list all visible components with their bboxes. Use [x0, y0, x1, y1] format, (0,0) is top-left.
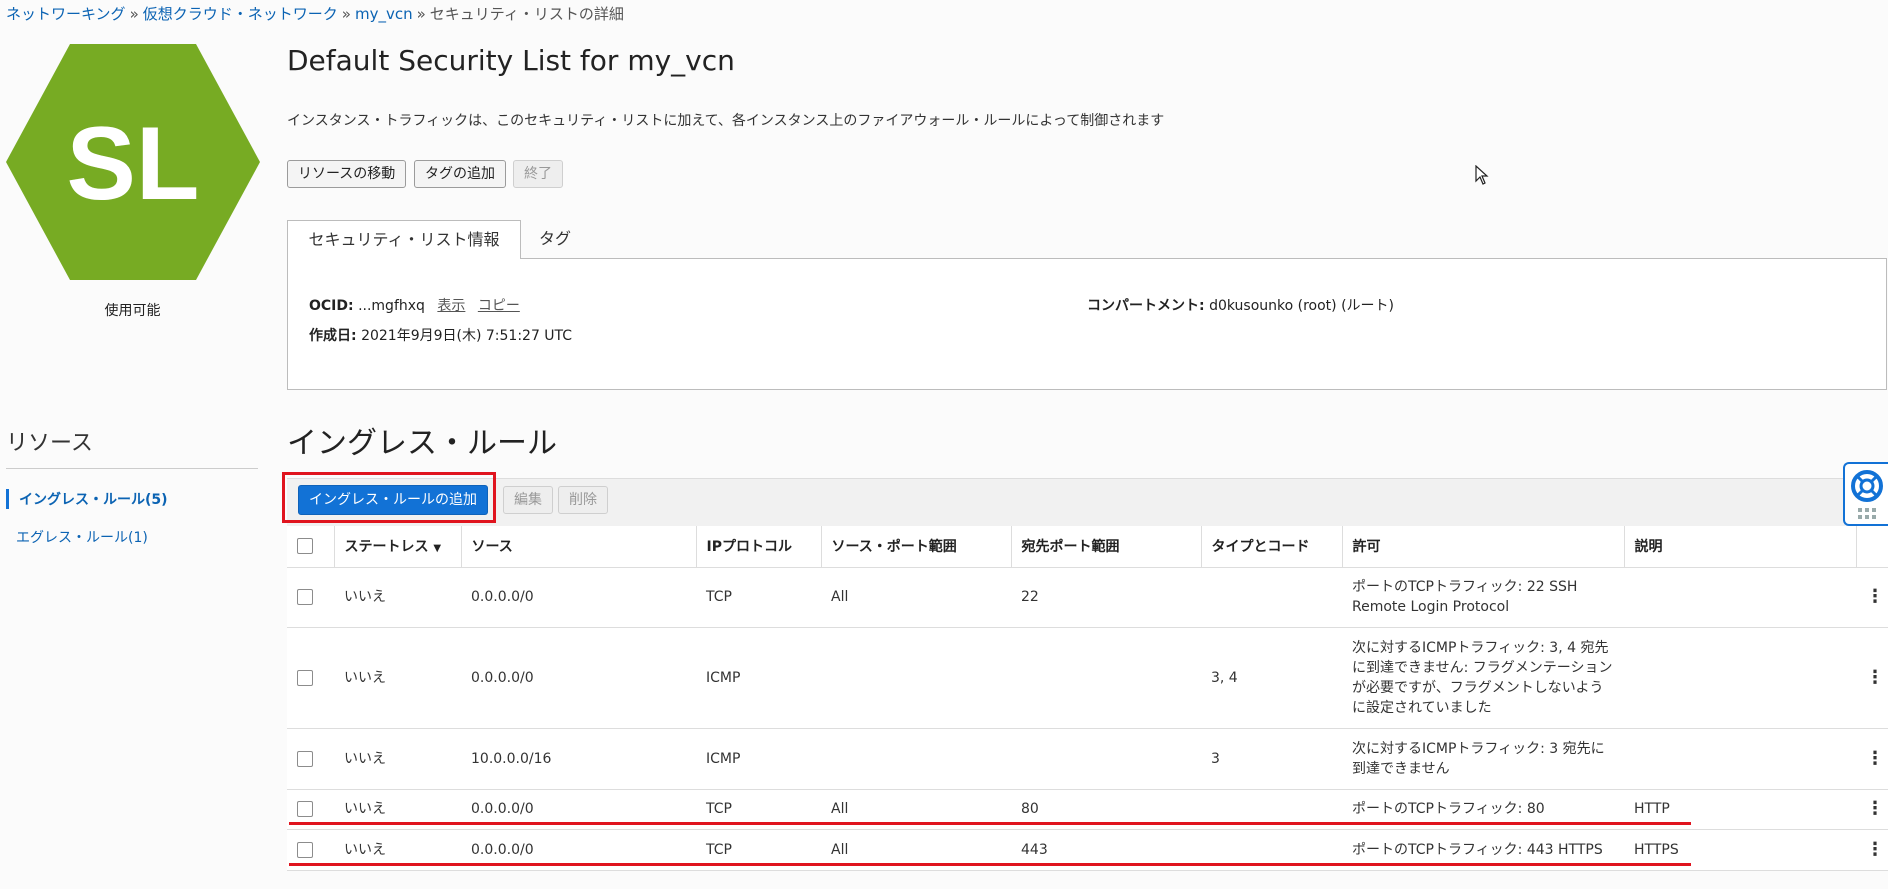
cell-dest-port: 22	[1011, 567, 1201, 628]
breadcrumb-separator: »	[129, 5, 139, 23]
cell-stateless: いいえ	[334, 627, 461, 729]
row-checkbox[interactable]	[297, 801, 313, 817]
column-header-source: ソース	[461, 526, 697, 568]
column-header-source-port: ソース・ポート範囲	[821, 526, 1012, 568]
row-checkbox[interactable]	[297, 750, 313, 767]
compartment-label: コンパートメント:	[1087, 298, 1205, 314]
annotation-underline	[289, 863, 1691, 866]
sort-desc-icon: ▼	[433, 543, 442, 555]
cell-allow: 次に対するICMPトラフィック: 3, 4 宛先に到達できません: フラグメンテ…	[1342, 627, 1624, 729]
cell-description	[1624, 627, 1856, 729]
row-checkbox[interactable]	[297, 669, 313, 686]
section-title: イングレス・ルール	[287, 426, 557, 461]
cell-type-code: 3, 4	[1201, 627, 1342, 729]
page-description: インスタンス・トラフィックは、このセキュリティ・リストに加えて、各インスタンス上…	[287, 113, 1165, 129]
mouse-cursor-icon	[1475, 164, 1489, 189]
created-row: 作成日: 2021年9月9日(木) 7:51:27 UTC	[309, 325, 572, 345]
cell-type-code: 3	[1201, 728, 1342, 790]
status-label: 使用可能	[104, 303, 161, 319]
table-row: いいえ 0.0.0.0/0 TCP All 22 ポートのTCPトラフィック: …	[287, 567, 1888, 628]
ocid-value: ...mgfhxq	[358, 298, 425, 314]
cell-allow: ポートのTCPトラフィック: 22 SSH Remote Login Proto…	[1342, 567, 1624, 628]
ocid-row: OCID: ...mgfhxq 表示 コピー	[309, 295, 520, 315]
cell-source-port	[821, 627, 1011, 729]
ocid-show-link[interactable]: 表示	[437, 298, 465, 314]
column-header-dest-port: 宛先ポート範囲	[1011, 526, 1202, 568]
resource-hex-icon: SL	[6, 44, 260, 280]
resources-title: リソース	[6, 431, 93, 456]
cell-type-code	[1201, 567, 1342, 628]
cell-source-port	[821, 728, 1011, 790]
compartment-row: コンパートメント: d0kusounko (root) (ルート)	[1087, 295, 1394, 315]
add-tag-button[interactable]: タグの追加	[414, 160, 506, 188]
ocid-copy-link[interactable]: コピー	[478, 298, 520, 314]
breadcrumb-separator: »	[341, 5, 351, 23]
cell-description	[1624, 567, 1856, 628]
row-actions-kebab-icon[interactable]: ⋮	[1856, 789, 1888, 830]
column-header-type-code: タイプとコード	[1201, 526, 1343, 568]
column-header-stateless[interactable]: ステートレス ▼	[334, 526, 462, 568]
cell-source-port: All	[821, 567, 1011, 628]
row-actions-kebab-icon[interactable]: ⋮	[1856, 728, 1888, 790]
cell-dest-port	[1011, 728, 1201, 790]
move-resource-button[interactable]: リソースの移動	[287, 160, 407, 188]
breadcrumb-my-vcn[interactable]: my_vcn	[355, 5, 413, 23]
column-header-actions	[1856, 526, 1888, 568]
table-header-row: ステートレス ▼ ソース IPプロトコル ソース・ポート範囲 宛先ポート範囲 タ…	[287, 526, 1888, 568]
sidebar-item-ingress-rules[interactable]: イングレス・ルール(5)	[6, 489, 168, 509]
breadcrumb: ネットワーキング» 仮想クラウド・ネットワーク» my_vcn» セキュリティ・リスト…	[6, 3, 624, 24]
select-all-cell	[287, 526, 335, 568]
cell-stateless: いいえ	[334, 567, 461, 628]
cell-source: 10.0.0.0/16	[461, 728, 696, 790]
breadcrumb-separator: »	[416, 5, 426, 23]
cell-protocol: ICMP	[696, 627, 821, 729]
column-header-allow: 許可	[1342, 526, 1625, 568]
resource-hex-label: SL	[67, 106, 200, 222]
row-actions-kebab-icon[interactable]: ⋮	[1856, 829, 1888, 871]
created-label: 作成日:	[309, 328, 357, 344]
ocid-label: OCID:	[309, 298, 354, 314]
edit-button[interactable]: 編集	[503, 486, 553, 514]
tab-tags[interactable]: タグ	[530, 220, 580, 258]
cell-dest-port	[1011, 627, 1201, 729]
cell-protocol: ICMP	[696, 728, 821, 790]
created-value: 2021年9月9日(木) 7:51:27 UTC	[361, 328, 573, 344]
breadcrumb-networking[interactable]: ネットワーキング	[6, 5, 126, 23]
cell-allow: 次に対するICMPトラフィック: 3 宛先に到達できません	[1342, 728, 1624, 790]
row-checkbox[interactable]	[297, 841, 313, 858]
compartment-value: d0kusounko (root) (ルート)	[1209, 298, 1395, 314]
table-row: いいえ 0.0.0.0/0 ICMP 3, 4 次に対するICMPトラフィック:…	[287, 627, 1888, 729]
cell-protocol: TCP	[696, 567, 821, 628]
annotation-highlight-box	[282, 472, 496, 523]
cell-description	[1624, 728, 1856, 790]
sidebar-item-egress-rules[interactable]: エグレス・ルール(1)	[6, 527, 148, 547]
annotation-underline	[289, 822, 1691, 825]
row-checkbox[interactable]	[297, 589, 313, 605]
column-header-description: 説明	[1624, 526, 1857, 568]
breadcrumb-vcn-list[interactable]: 仮想クラウド・ネットワーク	[143, 5, 338, 23]
page-title: Default Security List for my_vcn	[287, 44, 735, 77]
tab-security-list-info[interactable]: セキュリティ・リスト情報	[287, 220, 521, 259]
row-actions-kebab-icon[interactable]: ⋮	[1856, 627, 1888, 729]
column-header-protocol: IPプロトコル	[696, 526, 822, 568]
cell-source: 0.0.0.0/0	[461, 567, 696, 628]
select-all-checkbox[interactable]	[297, 538, 313, 555]
help-widget[interactable]	[1843, 462, 1888, 526]
breadcrumb-current: セキュリティ・リストの詳細	[429, 5, 624, 23]
lifebuoy-icon	[1851, 470, 1883, 519]
row-actions-kebab-icon[interactable]: ⋮	[1856, 567, 1888, 628]
cell-source: 0.0.0.0/0	[461, 627, 696, 729]
cell-stateless: いいえ	[334, 728, 461, 790]
table-row: いいえ 10.0.0.0/16 ICMP 3 次に対するICMPトラフィック: …	[287, 728, 1888, 790]
terminate-button[interactable]: 終了	[513, 160, 563, 188]
delete-button[interactable]: 削除	[558, 486, 608, 514]
info-panel: OCID: ...mgfhxq 表示 コピー 作成日: 2021年9月9日(木)…	[287, 258, 1887, 390]
resources-divider	[6, 468, 258, 469]
ingress-rules-table: ステートレス ▼ ソース IPプロトコル ソース・ポート範囲 宛先ポート範囲 タ…	[287, 526, 1888, 871]
